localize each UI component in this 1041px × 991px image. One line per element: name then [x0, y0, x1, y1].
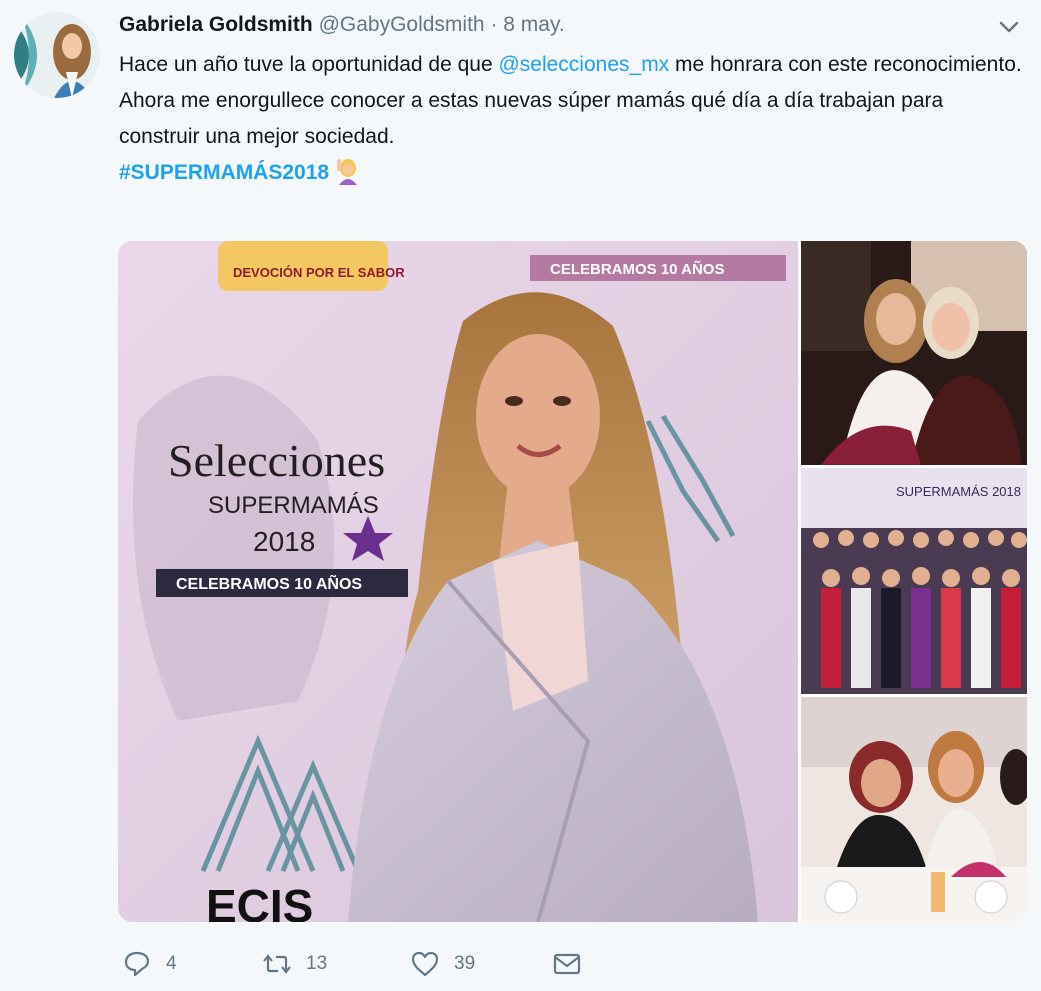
photo-3-image: SUPERMAMÁS 2018	[801, 468, 1027, 694]
author-name[interactable]: Gabriela Goldsmith	[119, 13, 313, 36]
direct-message-button[interactable]	[552, 944, 582, 984]
woman-face	[476, 334, 600, 498]
author-avatar[interactable]	[14, 12, 100, 98]
media-photo-2[interactable]	[801, 241, 1027, 465]
selecciones-logo-text: Selecciones	[168, 435, 385, 486]
reply-icon	[124, 951, 150, 977]
tweet-text: Hace un año tuve la oportunidad de que @…	[119, 47, 1024, 191]
heart-icon	[411, 951, 439, 977]
mention-link[interactable]: @selecciones_mx	[498, 53, 669, 76]
supermamas-text: SUPERMAMÁS	[208, 492, 379, 519]
retweet-count: 13	[306, 953, 328, 974]
woman-raising-hand-emoji-icon	[337, 159, 358, 185]
like-count: 39	[454, 953, 476, 974]
tweet-paragraph-2: Ahora me enorgullece conocer a estas nue…	[119, 89, 944, 148]
reply-count: 4	[166, 953, 177, 974]
chevron-down-icon[interactable]	[997, 15, 1021, 39]
author-handle[interactable]: @GabyGoldsmith	[319, 13, 485, 36]
photo-3-banner-text: SUPERMAMÁS 2018	[896, 484, 1021, 499]
avatar-image	[14, 12, 100, 98]
envelope-icon	[553, 953, 581, 975]
hashtag-link[interactable]: #SUPERMAMÁS2018	[119, 161, 329, 184]
group-of-women	[801, 528, 1027, 694]
tweet-media[interactable]: DEVOCIÓN POR EL SABOR CELEBRAMOS 10 AÑOS…	[118, 241, 1027, 922]
media-photo-main[interactable]: DEVOCIÓN POR EL SABOR CELEBRAMOS 10 AÑOS…	[118, 241, 798, 922]
retweet-icon	[263, 954, 291, 974]
like-button[interactable]: 39	[410, 944, 475, 984]
header-separator: ·	[490, 13, 498, 36]
retweet-button[interactable]: 13	[262, 944, 327, 984]
photo-2-image	[801, 241, 1027, 465]
photo-4-image	[801, 697, 1027, 922]
media-photo-3[interactable]: SUPERMAMÁS 2018	[801, 468, 1027, 694]
tweet-paragraph-3: #SUPERMAMÁS2018	[119, 155, 1024, 191]
ecis-text: ECIS	[206, 880, 313, 922]
reply-button[interactable]: 4	[122, 944, 177, 984]
tweet-text-part: me honrara con este reconocimiento.	[669, 53, 1022, 76]
tweet-date[interactable]: 8 may.	[503, 13, 564, 36]
tweet-header: Gabriela Goldsmith @GabyGoldsmith · 8 ma…	[119, 13, 1021, 43]
photo-main-image: DEVOCIÓN POR EL SABOR CELEBRAMOS 10 AÑOS…	[118, 241, 798, 922]
celebration-banner-text: CELEBRAMOS 10 AÑOS	[176, 573, 362, 593]
tweet-paragraph-1: Hace un año tuve la oportunidad de que @…	[119, 47, 1024, 83]
top-slogan-text: DEVOCIÓN POR EL SABOR	[233, 265, 405, 280]
tweet-text-part: Hace un año tuve la oportunidad de que	[119, 53, 499, 76]
tweet-actions: 4 13 39	[118, 944, 718, 984]
media-photo-4[interactable]	[801, 697, 1027, 922]
top-banner-text: CELEBRAMOS 10 AÑOS	[550, 260, 724, 278]
year-text: 2018	[253, 526, 315, 557]
